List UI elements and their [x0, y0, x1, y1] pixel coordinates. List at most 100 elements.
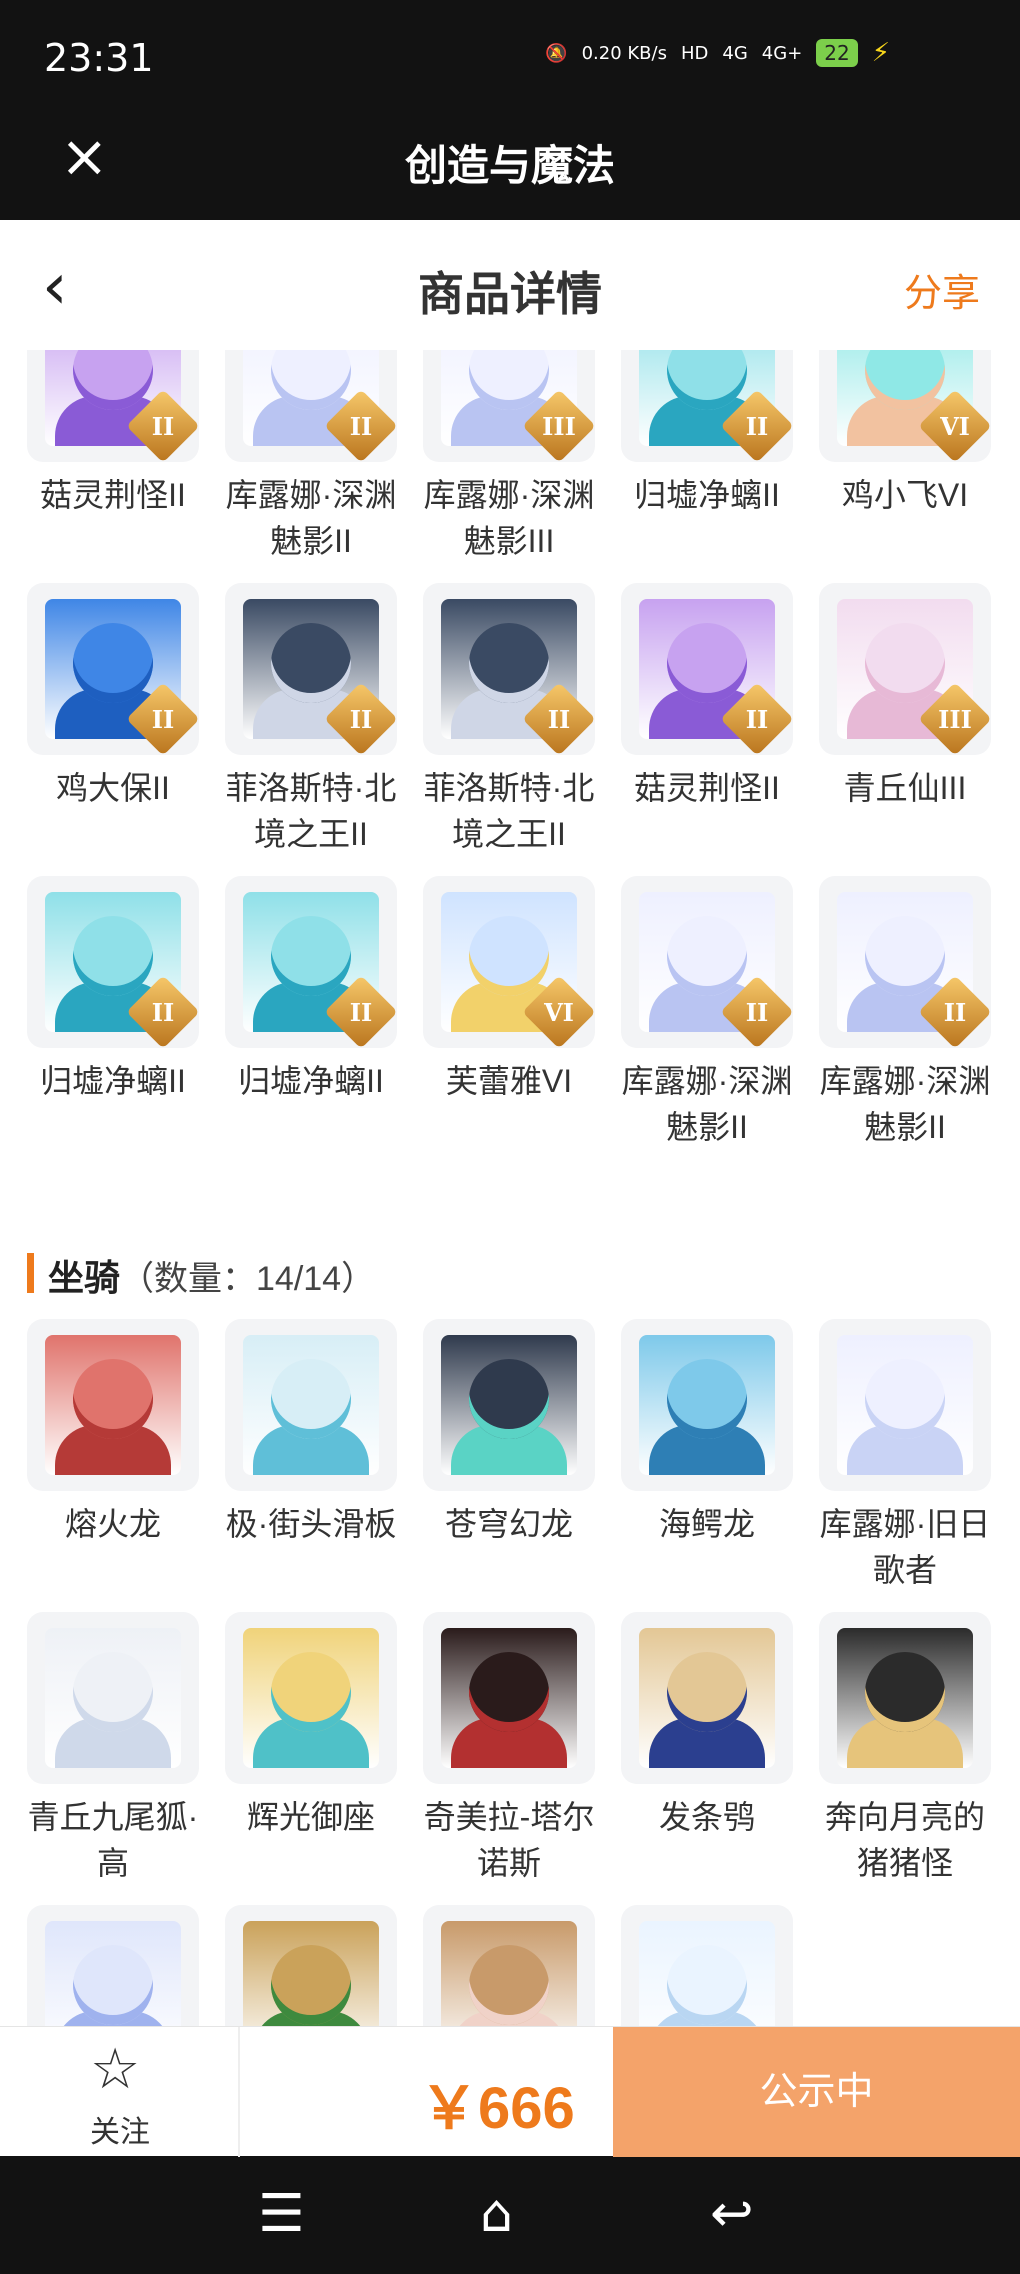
item-card[interactable]: II 归墟净螭II	[27, 876, 199, 1169]
item-card[interactable]	[621, 1905, 793, 2026]
rank-badge-text: III	[542, 411, 576, 441]
item-card[interactable]: 熔火龙	[27, 1319, 199, 1612]
rank-badge-text: VI	[544, 997, 574, 1027]
signal-4g-plus: 4G+	[761, 42, 803, 64]
system-nav-bar: ☰ ⌂ ↩	[0, 2156, 1020, 2274]
item-name: 海鳄龙	[658, 1506, 755, 1542]
item-card[interactable]: II 库露娜·深渊魅影II	[621, 876, 793, 1169]
item-thumbnail	[225, 1319, 397, 1491]
rank-badge-text: II	[745, 997, 769, 1027]
item-thumbnail: II	[27, 583, 199, 755]
item-name: 奇美拉-塔尔诺斯	[423, 1799, 595, 1881]
item-name: 库露娜·深渊魅影II	[225, 477, 397, 559]
item-card[interactable]: II 归墟净螭II	[621, 350, 793, 583]
rank-badge: II	[324, 975, 397, 1048]
rank-badge-text: III	[938, 704, 972, 734]
rank-badge: II	[720, 389, 793, 462]
item-card[interactable]: 苍穹幻龙	[423, 1319, 595, 1612]
item-card[interactable]: VI 鸡小飞VI	[819, 350, 991, 583]
item-card[interactable]	[225, 1905, 397, 2026]
item-card[interactable]: 极·街头滑板	[225, 1319, 397, 1612]
back-nav-icon[interactable]: ↩	[710, 2184, 754, 2244]
item-name: 菲洛斯特·北境之王II	[423, 770, 595, 852]
item-name: 归墟净螭II	[238, 1063, 384, 1099]
item-card[interactable]: II 归墟净螭II	[225, 876, 397, 1169]
item-thumbnail	[225, 1612, 397, 1784]
bottom-action-bar: ☆ 关注 ￥666 公示中	[0, 2026, 1020, 2157]
item-name: 库露娜·旧日歌者	[819, 1506, 991, 1588]
menu-icon[interactable]: ☰	[258, 2184, 305, 2244]
item-name: 青丘仙III	[843, 770, 967, 806]
item-card[interactable]: II 鸡大保II	[27, 583, 199, 876]
item-name: 库露娜·深渊魅影III	[423, 477, 595, 559]
rank-badge-text: II	[151, 997, 175, 1027]
item-card[interactable]: VI 芙蕾雅VI	[423, 876, 595, 1169]
item-thumbnail: II	[621, 876, 793, 1048]
item-name: 归墟净螭II	[634, 477, 780, 513]
item-artwork	[639, 1335, 775, 1475]
page-title: 商品详情	[418, 268, 602, 320]
item-thumbnail: II	[225, 583, 397, 755]
item-thumbnail	[819, 1319, 991, 1491]
content-area[interactable]: II 菇灵荆怪II II 库露娜·深渊魅影II III 库露娜·深渊魅影III II 归墟净螭…	[0, 350, 1020, 2026]
rank-badge: II	[126, 389, 199, 462]
item-card[interactable]	[27, 1905, 199, 2026]
section-count: （数量：14/14）	[120, 1260, 376, 1298]
item-thumbnail	[621, 1905, 793, 2026]
follow-button[interactable]: ☆ 关注	[0, 2027, 240, 2157]
share-button[interactable]: 分享	[904, 262, 980, 317]
item-artwork	[441, 1335, 577, 1475]
item-card[interactable]: 海鳄龙	[621, 1319, 793, 1612]
item-card[interactable]: 奔向月亮的猪猪怪	[819, 1612, 991, 1905]
item-card[interactable]: II 库露娜·深渊魅影II	[819, 876, 991, 1169]
item-name: 菇灵荆怪II	[40, 477, 186, 513]
hd-icon: HD	[680, 42, 709, 64]
rank-badge: II	[720, 682, 793, 755]
item-name: 苍穹幻龙	[444, 1506, 573, 1542]
item-name: 奔向月亮的猪猪怪	[824, 1799, 985, 1881]
item-artwork	[639, 1628, 775, 1768]
clock: 23:31	[44, 36, 154, 80]
publicity-status-button[interactable]: 公示中	[613, 2027, 1020, 2157]
item-thumbnail	[225, 1905, 397, 2026]
rank-badge: II	[918, 975, 991, 1048]
rank-badge-text: II	[151, 704, 175, 734]
app-title: 创造与魔法	[404, 142, 615, 189]
rank-badge-text: II	[349, 997, 373, 1027]
item-card[interactable]: II 菲洛斯特·北境之王II	[423, 583, 595, 876]
item-card[interactable]: II 库露娜·深渊魅影II	[225, 350, 397, 583]
item-card[interactable]: 青丘九尾狐·高	[27, 1612, 199, 1905]
item-card[interactable]	[423, 1905, 595, 2026]
item-thumbnail: II	[27, 876, 199, 1048]
rank-badge-text: VI	[940, 411, 970, 441]
item-card[interactable]: III 青丘仙III	[819, 583, 991, 876]
mount-section-header: 坐骑 （数量：14/14）	[0, 1169, 1020, 1319]
item-thumbnail: II	[225, 350, 397, 462]
item-artwork	[243, 1335, 379, 1475]
item-thumbnail: III	[423, 350, 595, 462]
signal-4g: 4G	[722, 42, 748, 64]
item-card[interactable]: II 菇灵荆怪II	[27, 350, 199, 583]
item-artwork	[837, 1335, 973, 1475]
item-card[interactable]: 库露娜·旧日歌者	[819, 1319, 991, 1612]
item-thumbnail: II	[621, 350, 793, 462]
rank-badge-text: II	[745, 411, 769, 441]
battery-indicator: 22	[816, 39, 858, 67]
item-card[interactable]: 奇美拉-塔尔诺斯	[423, 1612, 595, 1905]
home-icon[interactable]: ⌂	[480, 2184, 513, 2244]
item-card[interactable]: III 库露娜·深渊魅影III	[423, 350, 595, 583]
item-card[interactable]: II 菇灵荆怪II	[621, 583, 793, 876]
mount-grid: 熔火龙 极·街头滑板 苍穹幻龙 海鳄龙 库露娜·旧日歌者青丘九尾狐·高 辉光御座 奇美拉-塔…	[0, 1319, 1020, 2026]
item-card[interactable]: 发条鸮	[621, 1612, 793, 1905]
rank-badge: II	[522, 682, 595, 755]
item-card[interactable]: II 菲洛斯特·北境之王II	[225, 583, 397, 876]
item-thumbnail: II	[621, 583, 793, 755]
item-name: 辉光御座	[246, 1799, 375, 1835]
network-speed: 0.20 KB/s	[581, 42, 667, 64]
rank-badge: VI	[918, 389, 991, 462]
item-card[interactable]: 辉光御座	[225, 1612, 397, 1905]
item-thumbnail	[621, 1319, 793, 1491]
item-thumbnail	[423, 1612, 595, 1784]
item-name: 发条鸮	[658, 1799, 755, 1835]
rank-badge: III	[522, 389, 595, 462]
